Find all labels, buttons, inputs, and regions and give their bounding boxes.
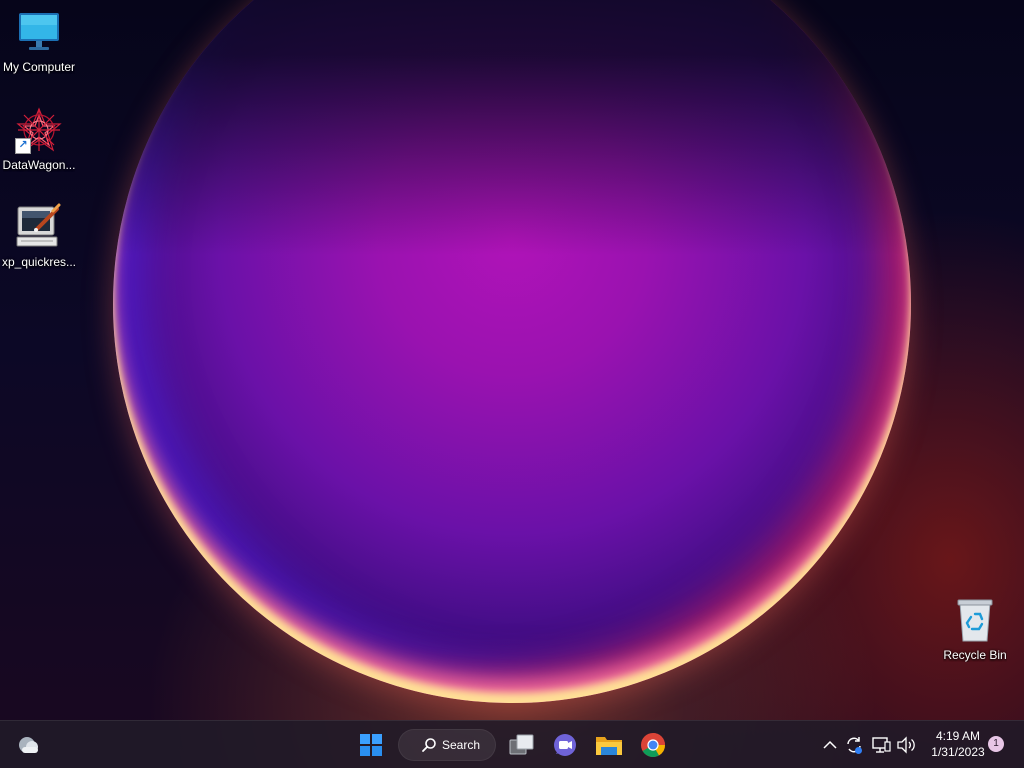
widgets-button[interactable] — [12, 729, 44, 761]
chat-button[interactable] — [549, 729, 581, 761]
desktop-icon-label: xp_quickres... — [1, 255, 77, 269]
start-button[interactable] — [355, 729, 387, 761]
clock-time: 4:19 AM — [935, 729, 981, 743]
clock[interactable]: 4:19 AM 1/31/2023 — [922, 728, 994, 760]
desktop-icon-my-computer[interactable]: My Computer — [0, 8, 78, 74]
network-button[interactable] — [871, 735, 891, 755]
task-view-icon — [509, 734, 534, 755]
search-icon — [422, 738, 436, 752]
sync-icon — [847, 737, 862, 754]
notification-badge[interactable]: 1 — [988, 736, 1004, 752]
taskbar: Search — [0, 720, 1024, 768]
shortcut-arrow-icon: ↗ — [15, 138, 31, 154]
volume-button[interactable] — [896, 735, 916, 755]
search-box[interactable]: Search — [398, 729, 496, 761]
windows-start-icon — [360, 734, 382, 756]
chrome-button[interactable] — [637, 729, 669, 761]
search-label: Search — [442, 738, 481, 752]
chevron-up-icon — [823, 740, 837, 749]
desktop: My Computer ↗ DataWagon... xp_quickres..… — [0, 0, 1024, 768]
wallpaper-orb-shade — [113, 0, 911, 405]
network-icon — [872, 737, 891, 753]
desktop-icon-label: Recycle Bin — [943, 648, 1007, 662]
desktop-icon-xp-quickres[interactable]: xp_quickres... — [0, 203, 78, 269]
chrome-icon — [641, 733, 665, 758]
task-view-button[interactable] — [506, 729, 538, 761]
datawagon-icon: ↗ — [15, 106, 63, 154]
desktop-icon-recycle-bin[interactable]: Recycle Bin — [936, 596, 1014, 662]
recycle-bin-icon — [951, 596, 999, 644]
file-explorer-button[interactable] — [593, 729, 625, 761]
clock-date: 1/31/2023 — [931, 745, 985, 759]
volume-icon — [897, 736, 915, 754]
desktop-icon-label: My Computer — [2, 60, 76, 74]
desktop-icon-datawagon[interactable]: ↗ DataWagon... — [0, 106, 78, 172]
show-hidden-icons-button[interactable] — [820, 735, 840, 755]
weather-cloud-icon — [19, 737, 38, 753]
desktop-icon-label: DataWagon... — [2, 158, 76, 172]
monitor-icon — [15, 8, 63, 56]
teams-chat-icon — [554, 734, 576, 756]
quickres-icon — [15, 203, 63, 251]
file-explorer-icon — [596, 737, 622, 755]
sync-status-button[interactable] — [844, 735, 864, 755]
